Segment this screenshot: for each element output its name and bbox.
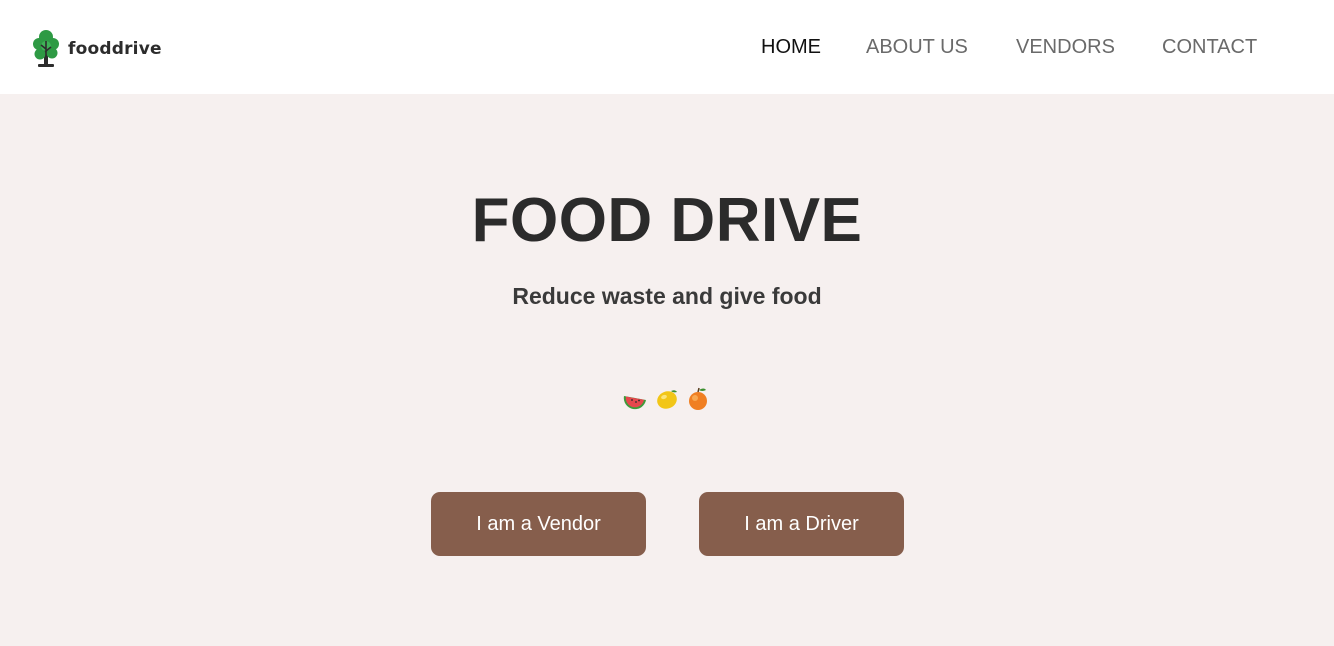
nav-contact[interactable]: CONTACT [1162,35,1257,59]
fruit-icons [622,386,714,414]
site-header: fooddrive HOME ABOUT US VENDORS CONTACT [0,0,1334,94]
peach-icon [689,387,707,410]
nav-about-us[interactable]: ABOUT US [866,35,968,59]
lemon-icon [657,390,677,409]
main-nav: HOME ABOUT US VENDORS CONTACT [0,35,1334,61]
hero-title: FOOD DRIVE [471,186,863,255]
hero-subtitle: Reduce waste and give food [512,283,822,309]
driver-button[interactable]: I am a Driver [699,492,904,556]
watermelon-icon [623,396,646,410]
nav-vendors[interactable]: VENDORS [1016,35,1115,59]
nav-home[interactable]: HOME [761,35,821,59]
vendor-button[interactable]: I am a Vendor [431,492,646,556]
